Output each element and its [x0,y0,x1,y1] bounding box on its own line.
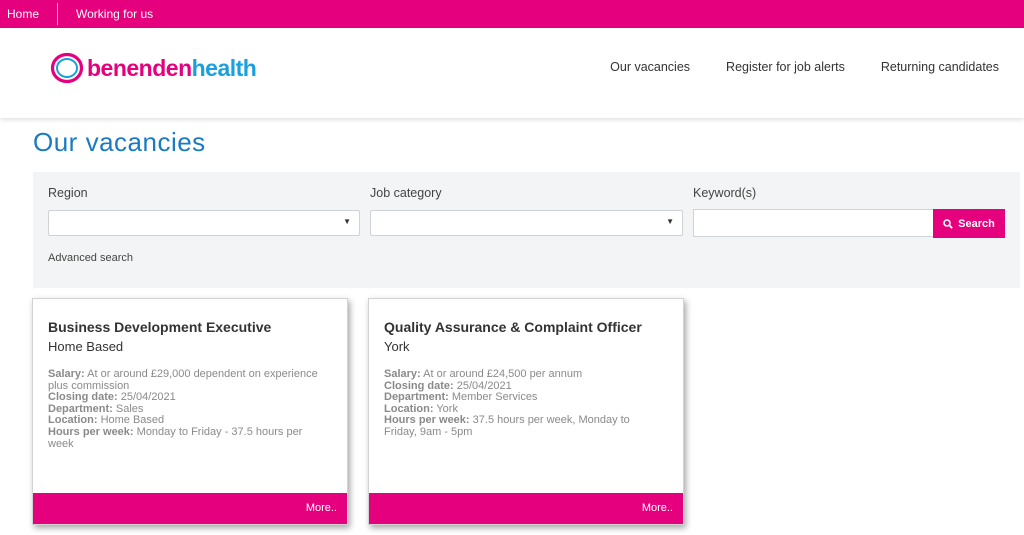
vacancy-details: Salary: At or around £24,500 per annum C… [384,368,630,438]
top-bar-divider [57,3,59,25]
search-button[interactable]: Search [933,209,1005,238]
top-bar: Home Working for us [0,0,1024,28]
keywords-input[interactable] [693,209,933,237]
search-button-label: Search [958,217,995,230]
keywords-label: Keyword(s) [693,186,757,200]
vacancy-location-heading: Home Based [48,339,124,354]
vacancy-more-link[interactable]: More.. [306,502,337,514]
search-panel: Region ▼ Job category ▼ Keyword(s) Searc… [33,172,1020,288]
vacancy-card-footer: More.. [369,493,683,524]
job-category-select[interactable]: ▼ [370,210,683,236]
vacancy-details: Salary: At or around £29,000 dependent o… [48,368,318,450]
vacancy-title[interactable]: Business Development Executive [48,319,271,335]
vacancy-card-footer: More.. [33,493,347,524]
nav-register-job-alerts[interactable]: Register for job alerts [726,60,845,74]
dropdown-caret-icon: ▼ [666,217,674,226]
vacancy-card[interactable]: Quality Assurance & Complaint Officer Yo… [368,298,684,525]
logo-wordmark: benendenhealth [87,54,257,81]
region-label: Region [48,186,88,200]
search-icon [943,218,953,229]
site-header: benendenhealth Our vacancies Register fo… [0,28,1024,118]
nav-returning-candidates[interactable]: Returning candidates [881,60,999,74]
logo-ring-icon [50,52,84,84]
vacancy-title[interactable]: Quality Assurance & Complaint Officer [384,319,642,335]
dropdown-caret-icon: ▼ [343,217,351,226]
vacancy-more-link[interactable]: More.. [642,502,673,514]
vacancy-location-heading: York [384,339,410,354]
nav-our-vacancies[interactable]: Our vacancies [610,60,690,74]
page-title: Our vacancies [33,127,206,157]
region-select[interactable]: ▼ [48,210,360,236]
logo[interactable]: benendenhealth [50,52,257,84]
advanced-search-link[interactable]: Advanced search [48,252,133,264]
vacancy-card[interactable]: Business Development Executive Home Base… [32,298,348,525]
top-link-home[interactable]: Home [7,7,39,21]
top-link-working-for-us[interactable]: Working for us [76,7,153,21]
main-nav: Our vacancies Register for job alerts Re… [574,60,999,74]
job-category-label: Job category [370,186,442,200]
